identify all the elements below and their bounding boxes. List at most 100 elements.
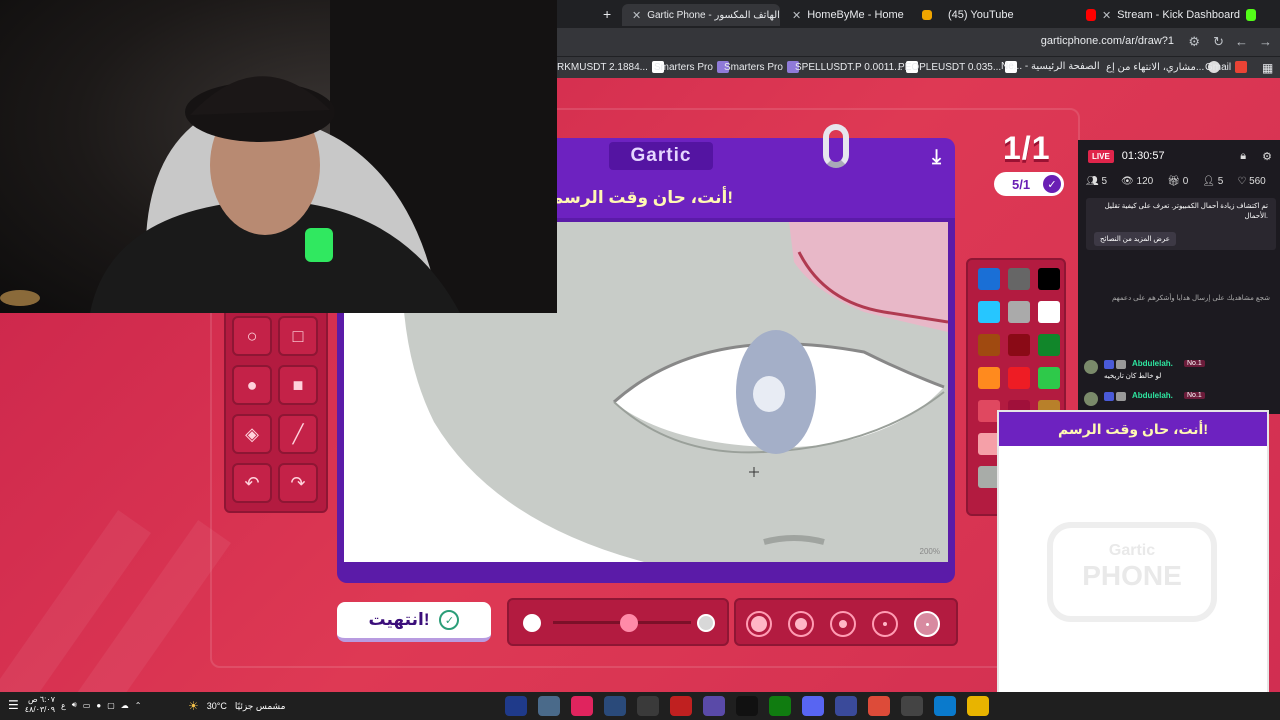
brush-size-xs[interactable] bbox=[914, 611, 940, 637]
site-settings-icon[interactable]: ⚙ bbox=[1188, 34, 1200, 50]
tools-panel: ○ □ ● ■ ◈ ╱ ↶ ↷ bbox=[224, 308, 328, 513]
bookmark-item[interactable]: مشاري، الانتهاء من إع... bbox=[1106, 61, 1221, 73]
close-tab-icon[interactable]: ✕ bbox=[1102, 9, 1111, 22]
edge-icon[interactable] bbox=[934, 696, 956, 716]
folder-icon[interactable] bbox=[967, 696, 989, 716]
kick-hint-text: شجع مشاهديك على إرسال هدايا وأشكرهم على … bbox=[1111, 295, 1270, 302]
line-tool[interactable]: ╱ bbox=[278, 414, 318, 454]
close-tab-icon[interactable]: ✕ bbox=[632, 9, 641, 22]
volume-icon[interactable]: 🔊︎ bbox=[72, 700, 77, 710]
color-swatch[interactable] bbox=[1038, 301, 1060, 323]
weather-sun-icon: ☀ bbox=[188, 699, 199, 713]
color-swatch[interactable] bbox=[1008, 268, 1030, 290]
download-icon[interactable]: ⤓ bbox=[932, 146, 941, 169]
nvidia-icon[interactable] bbox=[505, 696, 527, 716]
circle-filled-tool[interactable]: ● bbox=[232, 365, 272, 405]
steam-icon[interactable] bbox=[604, 696, 626, 716]
bookmark-item[interactable]: Smarters Pro bbox=[654, 61, 729, 73]
opacity-slider-thumb[interactable] bbox=[619, 614, 638, 632]
rectangle-outline-tool[interactable]: □ bbox=[278, 316, 318, 356]
weather-widget[interactable]: ☀ 30°C مشمس جزئيًا bbox=[188, 699, 285, 713]
chat-message: Abdulelah. No.1 لو خالط كان تاريخيه bbox=[1084, 358, 1274, 386]
redo-icon[interactable]: ↷ bbox=[278, 463, 318, 503]
capcut-icon[interactable] bbox=[835, 696, 857, 716]
color-swatch[interactable] bbox=[1038, 367, 1060, 389]
streamer-image bbox=[0, 0, 557, 313]
heart-icon: ♡ 560 bbox=[1237, 176, 1266, 187]
tab-youtube[interactable]: (45) YouTube bbox=[912, 4, 1092, 26]
bookmark-item[interactable]: Smarters Pro bbox=[724, 61, 799, 73]
kick-dashboard-overlay: LIVE 01:30:57 🔒︎ ⚙ 👥︎ 5 👁︎ 120 🎁︎ 0 👤︎ 5… bbox=[1078, 140, 1280, 414]
color-swatch[interactable] bbox=[978, 268, 1000, 290]
opacity-low-icon bbox=[523, 614, 541, 632]
eye-icon: 👁︎ 120 bbox=[1121, 176, 1154, 187]
windows-taskbar: ☰ ٦:٠٧ ص ٤٨/٠٣/٠٩ ع 🔊︎ ▭ ● ▢ ☁ ⌃ ☀ 30°C … bbox=[0, 692, 1280, 720]
color-swatch[interactable] bbox=[1038, 334, 1060, 356]
more-tips-button[interactable]: عرض المزيد من النصائح bbox=[1094, 232, 1176, 246]
network-icon[interactable]: ▭ bbox=[83, 701, 91, 710]
fill-bucket-tool[interactable]: ◈ bbox=[232, 414, 272, 454]
obs-icon[interactable] bbox=[703, 696, 725, 716]
brush-sizes bbox=[734, 598, 958, 646]
bookmark-item[interactable]: PEOPLEUSDT 0.035... bbox=[898, 61, 1018, 73]
tab-kick-dashboard[interactable]: ✕ Stream - Kick Dashboard bbox=[1076, 4, 1266, 26]
user-plus-icon: 👤︎ 5 bbox=[1202, 176, 1224, 187]
calculator-icon[interactable] bbox=[901, 696, 923, 716]
color-swatch[interactable] bbox=[978, 367, 1000, 389]
kick-icon bbox=[1246, 9, 1256, 21]
discord-icon[interactable] bbox=[802, 696, 824, 716]
settings-icon[interactable]: ⚙ bbox=[1262, 150, 1272, 163]
url-field[interactable]: garticphone.com/ar/draw?1 bbox=[1041, 35, 1174, 47]
brush-size-l[interactable] bbox=[788, 611, 814, 637]
color-swatch[interactable] bbox=[1008, 367, 1030, 389]
tab-homebyme[interactable]: ✕ HomeByMe - Home bbox=[782, 4, 904, 26]
apps-grid-icon[interactable]: ▦ bbox=[1262, 61, 1273, 75]
clock[interactable]: ٦:٠٧ ص ٤٨/٠٣/٠٩ bbox=[25, 695, 55, 715]
brush-size-m[interactable] bbox=[830, 611, 856, 637]
forward-icon[interactable]: → bbox=[1259, 34, 1272, 49]
brush-size-xl[interactable] bbox=[746, 611, 772, 637]
undo-icon[interactable]: ↶ bbox=[232, 463, 272, 503]
popup-title: أنت، حان وقت الرسم! bbox=[999, 412, 1267, 446]
color-swatch[interactable] bbox=[1008, 334, 1030, 356]
language-indicator[interactable]: ع bbox=[61, 701, 66, 710]
zoom-level: 200% bbox=[919, 547, 940, 556]
bookmark-item[interactable]: Ne... - الصفحة الرئيسية bbox=[1001, 61, 1100, 72]
color-swatch[interactable] bbox=[978, 334, 1000, 356]
bookmark-item[interactable]: RKMUSDT 2.1884... bbox=[557, 61, 664, 73]
lock-icon[interactable]: 🔒︎ bbox=[1240, 150, 1246, 163]
new-tab-button[interactable]: + bbox=[603, 6, 611, 22]
reload-icon[interactable]: ↻ bbox=[1213, 34, 1224, 50]
check-icon: ✓ bbox=[1043, 175, 1061, 193]
notifications-icon[interactable]: ☰ bbox=[8, 698, 19, 712]
draw-prompt: أنت، حان وقت الرسم! bbox=[550, 188, 733, 207]
gartic-phone-watermark: Gartic PHONE bbox=[1047, 522, 1217, 622]
tiktok-icon[interactable] bbox=[571, 696, 593, 716]
tiktok-live-icon[interactable] bbox=[736, 696, 758, 716]
color-swatch[interactable] bbox=[1008, 301, 1030, 323]
circle-outline-tool[interactable]: ○ bbox=[232, 316, 272, 356]
bookmark-item[interactable]: Gmail bbox=[1205, 61, 1248, 73]
settings-icon[interactable] bbox=[637, 696, 659, 716]
tab-gartic[interactable]: ✕ Gartic Phone - الهاتف المكسور bbox=[622, 4, 780, 26]
color-swatch[interactable] bbox=[1038, 268, 1060, 290]
explorer-icon[interactable] bbox=[538, 696, 560, 716]
finish-button[interactable]: انتهيت! ✓ bbox=[337, 602, 491, 642]
record-icon[interactable] bbox=[670, 696, 692, 716]
chrome-icon[interactable] bbox=[868, 696, 890, 716]
microphone-icon[interactable]: ● bbox=[96, 701, 101, 710]
kick-header: LIVE 01:30:57 🔒︎ ⚙ bbox=[1078, 140, 1280, 172]
badge-icon bbox=[1104, 360, 1114, 369]
rectangle-filled-tool[interactable]: ■ bbox=[278, 365, 318, 405]
stream-timer: 01:30:57 bbox=[1121, 150, 1165, 162]
chevron-up-icon[interactable]: ⌃ bbox=[135, 701, 142, 710]
brush-size-s[interactable] bbox=[872, 611, 898, 637]
close-tab-icon[interactable]: ✕ bbox=[792, 9, 801, 22]
back-icon[interactable]: ← bbox=[1235, 34, 1248, 49]
color-swatch[interactable] bbox=[978, 301, 1000, 323]
cloud-icon[interactable]: ☁ bbox=[121, 701, 129, 710]
gift-icon: 🎁︎ 0 bbox=[1167, 176, 1189, 187]
xbox-icon[interactable] bbox=[769, 696, 791, 716]
opacity-slider bbox=[507, 598, 729, 646]
display-icon[interactable]: ▢ bbox=[107, 701, 115, 710]
